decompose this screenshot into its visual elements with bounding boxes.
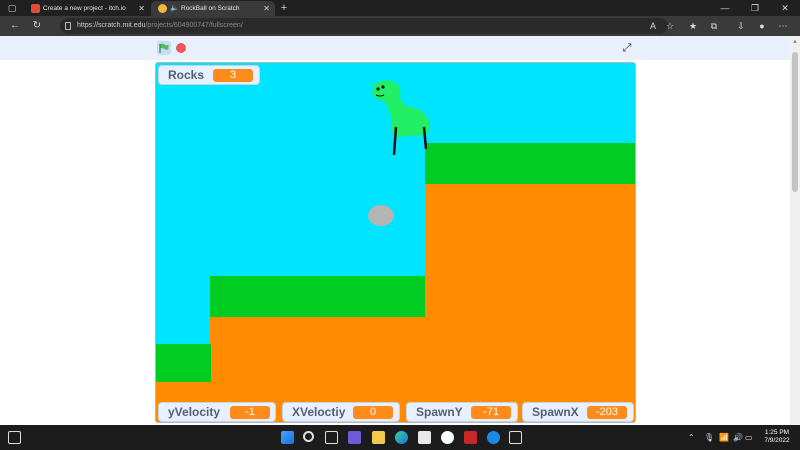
minimize-icon[interactable]: — (710, 0, 740, 16)
app-badge-icon[interactable] (487, 431, 500, 444)
read-aloud-icon[interactable]: A (646, 19, 660, 33)
monitor-label: SpawnX (532, 405, 579, 419)
monitor-xvelocity: XVeloctiy 0 (282, 402, 400, 422)
back-icon[interactable]: ← (8, 19, 22, 33)
scroll-up-icon[interactable]: ▲ (792, 39, 798, 45)
favorite-star-icon[interactable]: ☆ (663, 19, 677, 33)
monitor-label: XVeloctiy (292, 405, 346, 419)
page-scrollbar[interactable]: ▲ (790, 36, 800, 425)
collections-icon[interactable]: ⧉ (707, 19, 721, 33)
grass-ledge-mid (210, 276, 425, 317)
monitor-value: -71 (471, 406, 511, 419)
browser-toolbar: ← ↻ https://scratch.mit.edu/projects/604… (0, 16, 800, 36)
player-controls-bar: ⤢ (0, 36, 790, 60)
dirt-right (425, 183, 635, 422)
edge-browser-icon[interactable] (395, 431, 408, 444)
itch-favicon-icon (31, 4, 40, 13)
monitor-label: SpawnY (416, 405, 463, 419)
new-tab-icon[interactable]: + (278, 1, 290, 15)
window-close-icon[interactable]: ✕ (770, 0, 800, 16)
profile-icon[interactable]: ● (755, 19, 769, 33)
monitor-value: -203 (587, 406, 627, 419)
green-flag-icon[interactable] (157, 41, 171, 55)
tray-overflow-icon[interactable]: ⌃ (688, 431, 695, 444)
volume-icon[interactable]: 🔊 (733, 431, 743, 444)
address-bar[interactable]: https://scratch.mit.edu/projects/6049007… (60, 18, 668, 34)
monitor-spawnx: SpawnX -203 (522, 402, 634, 422)
monitor-value: 0 (353, 406, 393, 419)
favorites-icon[interactable]: ★ (686, 19, 700, 33)
fullscreen-icon[interactable]: ⤢ (620, 41, 634, 55)
grass-ledge-low (156, 344, 211, 382)
widgets-icon[interactable] (8, 431, 21, 444)
screen-app-icon[interactable] (509, 431, 522, 444)
address-text[interactable]: https://scratch.mit.edu/projects/6049007… (77, 18, 243, 34)
store-icon[interactable] (418, 431, 431, 444)
task-view-icon[interactable] (325, 431, 338, 444)
battery-icon[interactable]: ▭ (745, 431, 753, 444)
tab-close-icon[interactable]: ✕ (138, 1, 145, 16)
monitor-value: 3 (213, 69, 253, 82)
windows-start-icon[interactable] (281, 431, 294, 444)
scratch-favicon-icon (158, 4, 167, 13)
tab-scratch[interactable]: 🔈 RockBall on Scratch ✕ (151, 1, 275, 16)
scrollbar-thumb[interactable] (792, 52, 798, 192)
clock-date: 7/9/2022 (764, 437, 790, 444)
downloads-icon[interactable]: ⇩ (734, 19, 748, 33)
search-icon[interactable] (303, 431, 314, 442)
grass-ledge-high (425, 143, 635, 184)
tab-actions-icon[interactable]: ▢ (6, 2, 18, 14)
rock-ball-sprite (368, 205, 394, 226)
monitor-spawny: SpawnY -71 (406, 402, 518, 422)
teams-chat-icon[interactable] (348, 431, 361, 444)
windows-taskbar: ⌃ 🎙 📶 🔊 ▭ 1:25 PM 7/9/2022 (0, 425, 800, 450)
monitor-value: -1 (230, 406, 270, 419)
wifi-icon[interactable]: 📶 (719, 431, 729, 444)
stop-icon[interactable] (176, 43, 186, 53)
game-stage[interactable]: Rocks 3 yVelocity -1 XVeloctiy 0 SpawnY … (155, 62, 636, 423)
browser-tab-bar: ▢ Create a new project - itch.io ✕ 🔈 Roc… (0, 0, 800, 16)
monitor-label: yVelocity (168, 405, 221, 419)
lock-icon (65, 22, 71, 30)
maximize-icon[interactable]: ❐ (740, 0, 770, 16)
refresh-icon[interactable]: ↻ (30, 19, 44, 33)
app-icon[interactable] (441, 431, 454, 444)
monitor-yvelocity: yVelocity -1 (158, 402, 276, 422)
tab-label: RockBall on Scratch (181, 5, 240, 12)
tab-close-icon[interactable]: ✕ (263, 1, 270, 16)
tab-itch[interactable]: Create a new project - itch.io ✕ (24, 1, 150, 16)
speaker-icon[interactable]: 🔈 (170, 1, 179, 16)
file-explorer-icon[interactable] (372, 431, 385, 444)
system-clock[interactable]: 1:25 PM 7/9/2022 (757, 429, 797, 445)
more-menu-icon[interactable]: ⋯ (776, 19, 790, 33)
microphone-icon[interactable]: 🎙 (704, 431, 714, 444)
monitor-rocks: Rocks 3 (158, 65, 260, 85)
dino-sprite (372, 80, 430, 155)
monitor-label: Rocks (168, 68, 205, 82)
tab-label: Create a new project - itch.io (43, 5, 126, 12)
mcafee-icon[interactable] (464, 431, 477, 444)
scratch-page: ⤢ Rocks 3 yVelocity -1 XVeloctiy 0 Spawn… (0, 36, 800, 425)
clock-time: 1:25 PM (764, 429, 790, 436)
